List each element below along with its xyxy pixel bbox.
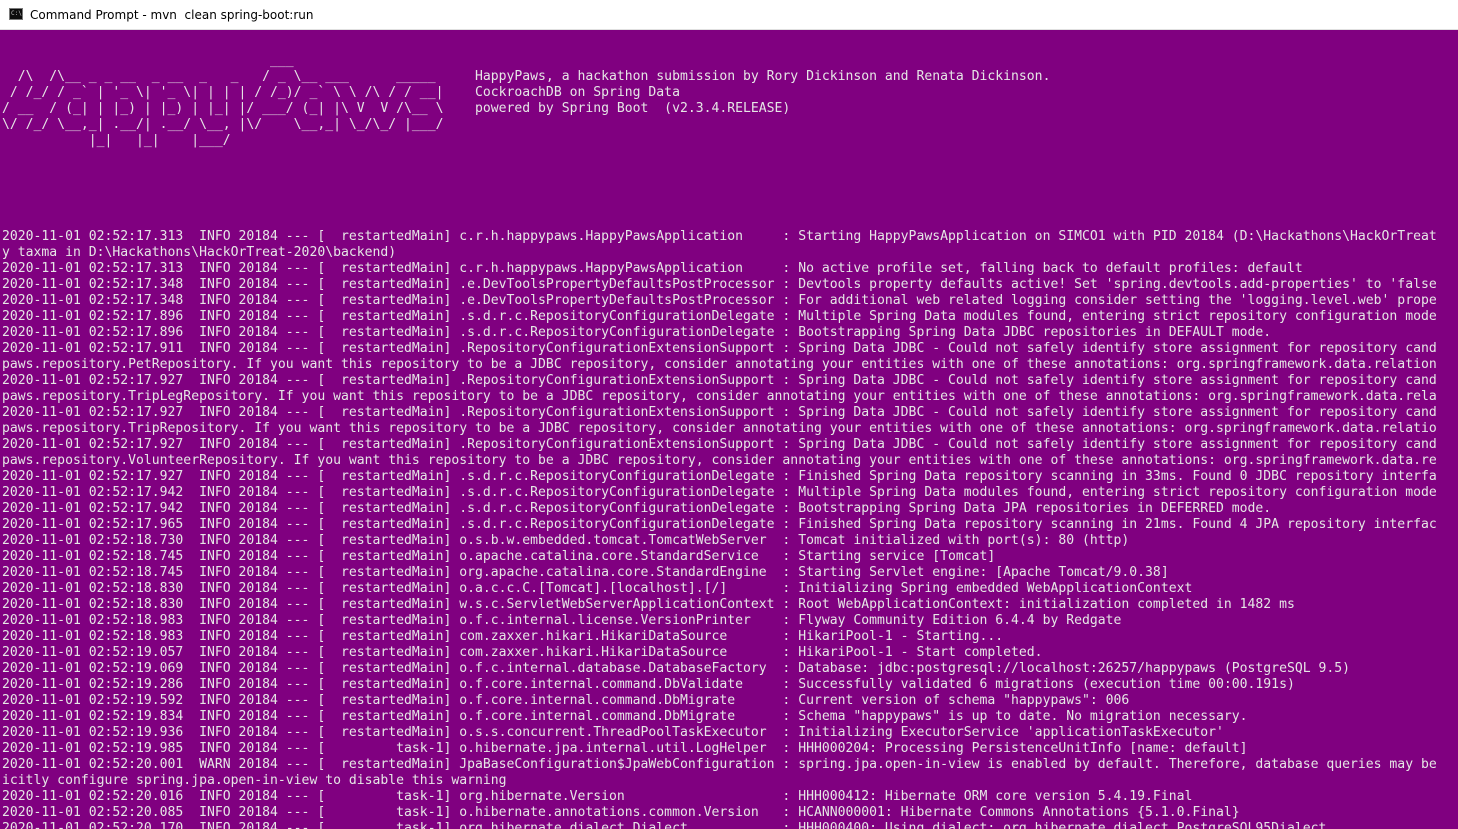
- console-line: icitly configure spring.jpa.open-in-view…: [2, 773, 507, 788]
- console-line: 2020-11-01 02:52:17.942 INFO 20184 --- […: [2, 485, 1437, 500]
- console-line: 2020-11-01 02:52:18.983 INFO 20184 --- […: [2, 613, 1122, 628]
- console-line: 2020-11-01 02:52:19.069 INFO 20184 --- […: [2, 661, 1351, 676]
- console-line: 2020-11-01 02:52:20.001 WARN 20184 --- […: [2, 757, 1437, 772]
- title-bar[interactable]: C:\ Command Prompt - mvn clean spring-bo…: [0, 0, 1458, 30]
- console-line: 2020-11-01 02:52:18.745 INFO 20184 --- […: [2, 549, 996, 564]
- console-line: / __ / (_| | |_) | |_) | |_| |/ ___/ (_|…: [2, 101, 791, 116]
- console-line: 2020-11-01 02:52:18.730 INFO 20184 --- […: [2, 533, 1130, 548]
- command-prompt-icon: C:\: [9, 8, 23, 20]
- console-line: 2020-11-01 02:52:18.830 INFO 20184 --- […: [2, 597, 1295, 612]
- console-line: 2020-11-01 02:52:17.313 INFO 20184 --- […: [2, 261, 1303, 276]
- console-line: 2020-11-01 02:52:19.834 INFO 20184 --- […: [2, 709, 1248, 724]
- console-line: |_| |_| |___/: [2, 133, 231, 148]
- console-line: 2020-11-01 02:52:17.942 INFO 20184 --- […: [2, 501, 1272, 516]
- console-line: 2020-11-01 02:52:17.313 INFO 20184 --- […: [2, 229, 1437, 244]
- console-line: 2020-11-01 02:52:17.927 INFO 20184 --- […: [2, 469, 1437, 484]
- console-line: ___: [2, 53, 294, 68]
- console-line: 2020-11-01 02:52:20.085 INFO 20184 --- […: [2, 805, 1240, 820]
- console-line: 2020-11-01 02:52:18.830 INFO 20184 --- […: [2, 581, 1193, 596]
- console-line: 2020-11-01 02:52:20.016 INFO 20184 --- […: [2, 789, 1193, 804]
- console-text: ___ /\ /\__ _ _ __ _ __ _ _ / _ \__ ___ …: [2, 37, 1437, 829]
- console-line: 2020-11-01 02:52:17.896 INFO 20184 --- […: [2, 325, 1272, 340]
- console-line: 2020-11-01 02:52:17.911 INFO 20184 --- […: [2, 341, 1437, 356]
- console-line: paws.repository.TripRepository. If you w…: [2, 421, 1437, 436]
- console-line: 2020-11-01 02:52:17.927 INFO 20184 --- […: [2, 437, 1437, 452]
- console-line: 2020-11-01 02:52:17.348 INFO 20184 --- […: [2, 293, 1437, 308]
- console-line: 2020-11-01 02:52:19.936 INFO 20184 --- […: [2, 725, 1224, 740]
- console-line: 2020-11-01 02:52:19.592 INFO 20184 --- […: [2, 693, 1130, 708]
- console-line: 2020-11-01 02:52:17.348 INFO 20184 --- […: [2, 277, 1437, 292]
- console-line: paws.repository.TripLegRepository. If yo…: [2, 389, 1437, 404]
- console-line: /\ /\__ _ _ __ _ __ _ _ / _ \__ ___ ____…: [2, 69, 1051, 84]
- console-line: 2020-11-01 02:52:19.985 INFO 20184 --- […: [2, 741, 1248, 756]
- console-line: y taxma in D:\Hackathons\HackOrTreat-202…: [2, 245, 397, 260]
- window-title: Command Prompt - mvn clean spring-boot:r…: [30, 8, 314, 22]
- console-line: 2020-11-01 02:52:19.286 INFO 20184 --- […: [2, 677, 1295, 692]
- console-line: paws.repository.PetRepository. If you wa…: [2, 357, 1437, 372]
- console-line: 2020-11-01 02:52:18.745 INFO 20184 --- […: [2, 565, 1169, 580]
- console-line: 2020-11-01 02:52:20.170 INFO 20184 --- […: [2, 821, 1327, 829]
- console-line: 2020-11-01 02:52:17.965 INFO 20184 --- […: [2, 517, 1437, 532]
- console-line: / /_/ / _` | '_ \| '_ \| | | | / /_)/ _`…: [2, 85, 680, 100]
- command-prompt-window: C:\ Command Prompt - mvn clean spring-bo…: [0, 0, 1458, 829]
- console-line: paws.repository.VolunteerRepository. If …: [2, 453, 1437, 468]
- console-line: 2020-11-01 02:52:19.057 INFO 20184 --- […: [2, 645, 1043, 660]
- console-output-area[interactable]: ___ /\ /\__ _ _ __ _ __ _ _ / _ \__ ___ …: [0, 30, 1458, 829]
- console-line: 2020-11-01 02:52:18.983 INFO 20184 --- […: [2, 629, 1004, 644]
- console-line: 2020-11-01 02:52:17.927 INFO 20184 --- […: [2, 373, 1437, 388]
- console-line: 2020-11-01 02:52:17.927 INFO 20184 --- […: [2, 405, 1437, 420]
- console-line: 2020-11-01 02:52:17.896 INFO 20184 --- […: [2, 309, 1437, 324]
- console-line: \/ /_/ \__,_| .__/| .__/ \__, |\/ \__,_|…: [2, 117, 444, 132]
